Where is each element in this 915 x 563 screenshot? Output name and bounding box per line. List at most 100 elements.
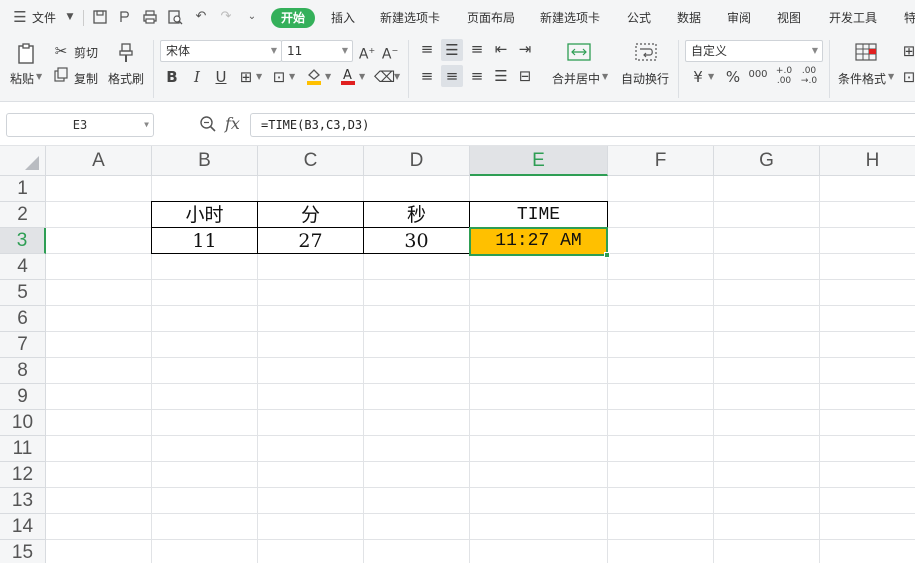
formula-input[interactable]: =TIME(B3,C3,D3) bbox=[250, 113, 915, 137]
row-header-13[interactable]: 13 bbox=[0, 488, 46, 514]
column-header-f[interactable]: F bbox=[608, 146, 714, 176]
fill-color-chevron-down-icon[interactable]: ▼ bbox=[325, 72, 331, 81]
fx-function-icon[interactable]: fx bbox=[225, 114, 240, 133]
tab-truncated[interactable]: 特 bbox=[904, 0, 915, 36]
merge-center-label[interactable]: 合并居中 bbox=[552, 70, 600, 87]
align-right-icon[interactable]: ≡ bbox=[467, 67, 487, 85]
cell-c3-minutes-value[interactable]: 27 bbox=[257, 227, 364, 254]
print-preview-icon[interactable] bbox=[167, 9, 183, 25]
redo-icon[interactable]: ↷ bbox=[218, 9, 234, 25]
export-pdf-icon[interactable] bbox=[117, 9, 133, 25]
cut-label[interactable]: 剪切 bbox=[74, 44, 98, 61]
cell-e3-time-result-selected[interactable]: 11:27 AM bbox=[469, 227, 608, 256]
distributed-align-icon[interactable]: ⊟ bbox=[515, 67, 535, 85]
column-header-g[interactable]: G bbox=[714, 146, 820, 176]
increase-indent-icon[interactable]: ⇥ bbox=[515, 40, 535, 58]
cell-d2-header-seconds[interactable]: 秒 bbox=[363, 201, 470, 228]
tab-formulas[interactable]: 公式 bbox=[627, 0, 651, 36]
row-header-1[interactable]: 1 bbox=[0, 176, 46, 202]
number-format-select[interactable]: 自定义 ▼ bbox=[685, 40, 823, 62]
clear-chevron-down-icon[interactable]: ▼ bbox=[394, 72, 400, 81]
merge-center-chevron-down-icon[interactable]: ▼ bbox=[602, 72, 608, 81]
name-box-chevron-down-icon[interactable]: ▼ bbox=[144, 114, 149, 136]
name-box[interactable]: E3 ▼ bbox=[6, 113, 154, 137]
zoom-search-icon[interactable] bbox=[199, 115, 217, 133]
print-icon[interactable] bbox=[142, 9, 158, 25]
row-header-9[interactable]: 9 bbox=[0, 384, 46, 410]
row-header-12[interactable]: 12 bbox=[0, 462, 46, 488]
file-menu-chevron-down-icon[interactable]: ▼ bbox=[62, 9, 78, 25]
more-icon[interactable]: ⊡ bbox=[902, 68, 915, 86]
decrease-decimal-icon[interactable]: .00 →.0 bbox=[798, 66, 820, 86]
column-header-a[interactable]: A bbox=[46, 146, 152, 176]
copy-label[interactable]: 复制 bbox=[74, 70, 98, 87]
borders-icon[interactable]: ⊞ bbox=[237, 68, 255, 86]
borders-chevron-down-icon[interactable]: ▼ bbox=[256, 72, 262, 81]
column-header-h[interactable]: H bbox=[820, 146, 915, 176]
font-color-icon[interactable]: A bbox=[339, 66, 357, 90]
save-icon[interactable] bbox=[92, 9, 108, 25]
decrease-font-size-icon[interactable]: A− bbox=[381, 42, 399, 64]
tab-new-tab-1[interactable]: 新建选项卡 bbox=[380, 0, 440, 36]
cell-b3-hours-value[interactable]: 11 bbox=[151, 227, 258, 254]
row-header-14[interactable]: 14 bbox=[0, 514, 46, 540]
tab-data[interactable]: 数据 bbox=[677, 0, 701, 36]
select-all-corner[interactable] bbox=[0, 146, 46, 176]
bold-icon[interactable]: B bbox=[163, 68, 181, 86]
tab-home[interactable]: 开始 bbox=[271, 8, 316, 28]
row-header-11[interactable]: 11 bbox=[0, 436, 46, 462]
currency-chevron-down-icon[interactable]: ▼ bbox=[708, 72, 714, 81]
number-format-chevron-down-icon[interactable]: ▼ bbox=[812, 41, 818, 61]
row-header-8[interactable]: 8 bbox=[0, 358, 46, 384]
conditional-format-icon[interactable] bbox=[854, 42, 878, 64]
increase-decimal-icon[interactable]: +.0.00 bbox=[773, 66, 795, 86]
wrap-text-label[interactable]: 自动换行 bbox=[621, 70, 669, 87]
increase-font-size-icon[interactable]: A+ bbox=[358, 42, 376, 64]
conditional-format-label[interactable]: 条件格式 bbox=[838, 70, 886, 87]
column-header-d[interactable]: D bbox=[364, 146, 470, 176]
cell-style-icon[interactable]: ⊡ bbox=[270, 68, 288, 86]
align-top-icon[interactable]: ≡ bbox=[417, 40, 437, 58]
font-name-chevron-down-icon[interactable]: ▼ bbox=[271, 41, 277, 61]
row-header-4[interactable]: 4 bbox=[0, 254, 46, 280]
tab-new-tab-2[interactable]: 新建选项卡 bbox=[540, 0, 600, 36]
paste-chevron-down-icon[interactable]: ▼ bbox=[36, 72, 42, 81]
copy-icon[interactable] bbox=[52, 67, 70, 85]
justify-icon[interactable]: ☰ bbox=[491, 67, 511, 85]
align-left-icon[interactable]: ≡ bbox=[417, 67, 437, 85]
row-header-6[interactable]: 6 bbox=[0, 306, 46, 332]
row-header-15[interactable]: 15 bbox=[0, 540, 46, 563]
cell-d3-seconds-value[interactable]: 30 bbox=[363, 227, 470, 254]
thousands-separator-icon[interactable]: 000 bbox=[747, 66, 769, 84]
row-header-2[interactable]: 2 bbox=[0, 202, 46, 228]
merge-center-icon[interactable] bbox=[566, 42, 592, 64]
tab-page-layout[interactable]: 页面布局 bbox=[467, 0, 515, 36]
underline-icon[interactable]: U bbox=[212, 68, 230, 86]
row-header-3[interactable]: 3 bbox=[0, 228, 46, 254]
cell-b2-header-hours[interactable]: 小时 bbox=[151, 201, 258, 228]
undo-icon[interactable]: ↶ bbox=[193, 9, 209, 25]
align-bottom-icon[interactable]: ≡ bbox=[467, 40, 487, 58]
format-painter-label[interactable]: 格式刷 bbox=[108, 70, 144, 87]
font-size-select[interactable]: 11 ▼ bbox=[281, 40, 353, 62]
wrap-text-icon[interactable] bbox=[634, 42, 658, 64]
column-header-b[interactable]: B bbox=[152, 146, 258, 176]
tab-view[interactable]: 视图 bbox=[777, 0, 801, 36]
file-menu[interactable]: 文件 bbox=[32, 0, 56, 36]
currency-icon[interactable]: ¥ bbox=[689, 68, 707, 86]
row-header-10[interactable]: 10 bbox=[0, 410, 46, 436]
align-middle-icon[interactable]: ☰ bbox=[441, 39, 463, 61]
cell-style-chevron-down-icon[interactable]: ▼ bbox=[289, 72, 295, 81]
clear-eraser-icon[interactable]: ⌫ bbox=[374, 68, 395, 86]
hamburger-menu-icon[interactable]: ☰ bbox=[12, 9, 28, 25]
customize-toolbar-chevron-icon[interactable]: ⌄ bbox=[244, 9, 260, 25]
percent-icon[interactable]: % bbox=[724, 68, 742, 86]
row-header-5[interactable]: 5 bbox=[0, 280, 46, 306]
font-size-chevron-down-icon[interactable]: ▼ bbox=[342, 41, 348, 61]
row-header-7[interactable]: 7 bbox=[0, 332, 46, 358]
tab-review[interactable]: 审阅 bbox=[727, 0, 751, 36]
paste-icon[interactable] bbox=[14, 42, 38, 66]
conditional-format-chevron-down-icon[interactable]: ▼ bbox=[888, 72, 894, 81]
cell-c2-header-minutes[interactable]: 分 bbox=[257, 201, 364, 228]
format-painter-icon[interactable] bbox=[115, 42, 137, 64]
